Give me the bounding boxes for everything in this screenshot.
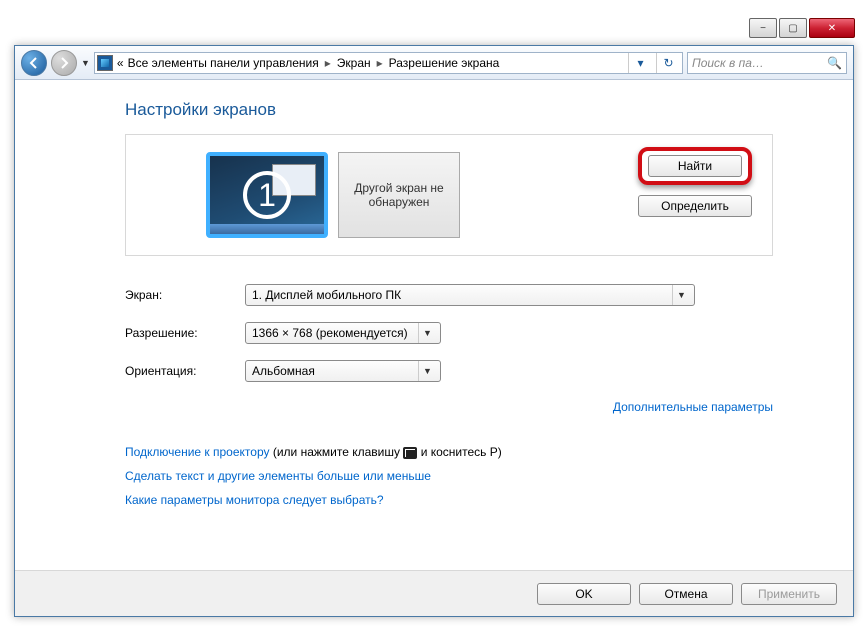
display-settings-form: Экран: 1. Дисплей мобильного ПК ▼ Разреш…: [125, 284, 773, 382]
detect-button[interactable]: Найти: [648, 155, 742, 177]
addr-dropdown-icon[interactable]: ▾: [628, 53, 652, 73]
projector-hint-b: и коснитесь P): [421, 445, 502, 459]
display-select-value: 1. Дисплей мобильного ПК: [252, 288, 401, 302]
chevron-right-icon[interactable]: ▸: [375, 56, 385, 70]
content-area: Настройки экранов 1 Другой экран не обна…: [15, 80, 853, 616]
window-controls: − ▢ ✕: [749, 18, 855, 42]
nav-history-dropdown[interactable]: ▼: [81, 58, 90, 68]
advanced-settings-link[interactable]: Дополнительные параметры: [613, 400, 773, 414]
display-side-buttons: Найти Определить: [638, 147, 752, 217]
connect-projector-link[interactable]: Подключение к проектору: [125, 445, 270, 459]
display-select[interactable]: 1. Дисплей мобильного ПК ▼: [245, 284, 695, 306]
breadcrumb-item[interactable]: Разрешение экрана: [389, 56, 500, 70]
tutorial-highlight: Найти: [638, 147, 752, 185]
breadcrumb-item[interactable]: Экран: [337, 56, 371, 70]
chevron-right-icon[interactable]: ▸: [323, 56, 333, 70]
orientation-select-value: Альбомная: [252, 364, 315, 378]
other-display-placeholder[interactable]: Другой экран не обнаружен: [338, 152, 460, 238]
orientation-label: Ориентация:: [125, 364, 245, 378]
close-button[interactable]: ✕: [809, 18, 855, 38]
breadcrumb-prefix: «: [117, 56, 124, 70]
search-placeholder: Поиск в па…: [692, 56, 764, 70]
cancel-button[interactable]: Отмена: [639, 583, 733, 605]
display-arrangement-box[interactable]: 1 Другой экран не обнаружен Найти Опреде…: [125, 134, 773, 256]
monitor-number: 1: [243, 171, 291, 219]
search-input[interactable]: Поиск в па… 🔍: [687, 52, 847, 74]
control-panel-icon: [97, 55, 113, 71]
nav-back-button[interactable]: [21, 50, 47, 76]
dialog-button-bar: OK Отмена Применить: [15, 570, 853, 616]
chevron-down-icon: ▼: [418, 361, 436, 381]
ok-button[interactable]: OK: [537, 583, 631, 605]
refresh-icon[interactable]: ↻: [656, 53, 680, 73]
help-links: Подключение к проектору (или нажмите кла…: [125, 440, 773, 512]
nav-forward-button[interactable]: [51, 50, 77, 76]
resolution-label: Разрешение:: [125, 326, 245, 340]
identify-button[interactable]: Определить: [638, 195, 752, 217]
monitor-1-thumbnail[interactable]: 1: [206, 152, 328, 238]
breadcrumb-item[interactable]: Все элементы панели управления: [128, 56, 319, 70]
windows-key-icon: [403, 447, 417, 459]
orientation-select[interactable]: Альбомная ▼: [245, 360, 441, 382]
taskbar-preview-icon: [210, 224, 324, 234]
resolution-select[interactable]: 1366 × 768 (рекомендуется) ▼: [245, 322, 441, 344]
maximize-button[interactable]: ▢: [779, 18, 807, 38]
chevron-down-icon: ▼: [418, 323, 436, 343]
search-icon: 🔍: [827, 56, 842, 70]
which-monitor-link[interactable]: Какие параметры монитора следует выбрать…: [125, 493, 384, 507]
display-label: Экран:: [125, 288, 245, 302]
page-title: Настройки экранов: [125, 100, 773, 120]
resolution-select-value: 1366 × 768 (рекомендуется): [252, 326, 408, 340]
chevron-down-icon: ▼: [672, 285, 690, 305]
text-size-link[interactable]: Сделать текст и другие элементы больше и…: [125, 469, 431, 483]
minimize-button[interactable]: −: [749, 18, 777, 38]
address-bar[interactable]: « Все элементы панели управления ▸ Экран…: [94, 52, 683, 74]
other-display-label: Другой экран не обнаружен: [343, 181, 455, 209]
projector-hint-a: (или нажмите клавишу: [273, 445, 404, 459]
navigation-bar: ▼ « Все элементы панели управления ▸ Экр…: [15, 46, 853, 80]
apply-button[interactable]: Применить: [741, 583, 837, 605]
advanced-link-row: Дополнительные параметры: [125, 398, 773, 416]
control-panel-window: − ▢ ✕ ▼ « Все элементы панели управления…: [14, 45, 854, 617]
